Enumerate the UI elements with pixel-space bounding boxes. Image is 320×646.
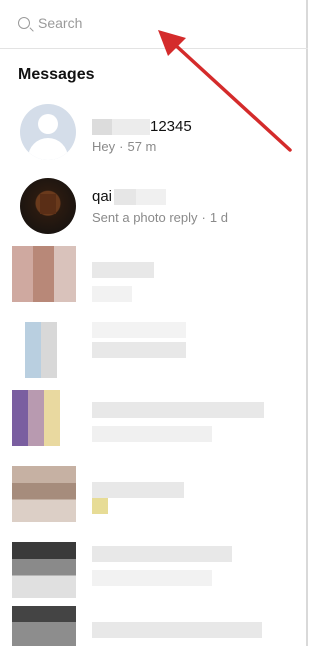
annotation-arrow-icon <box>158 30 292 152</box>
